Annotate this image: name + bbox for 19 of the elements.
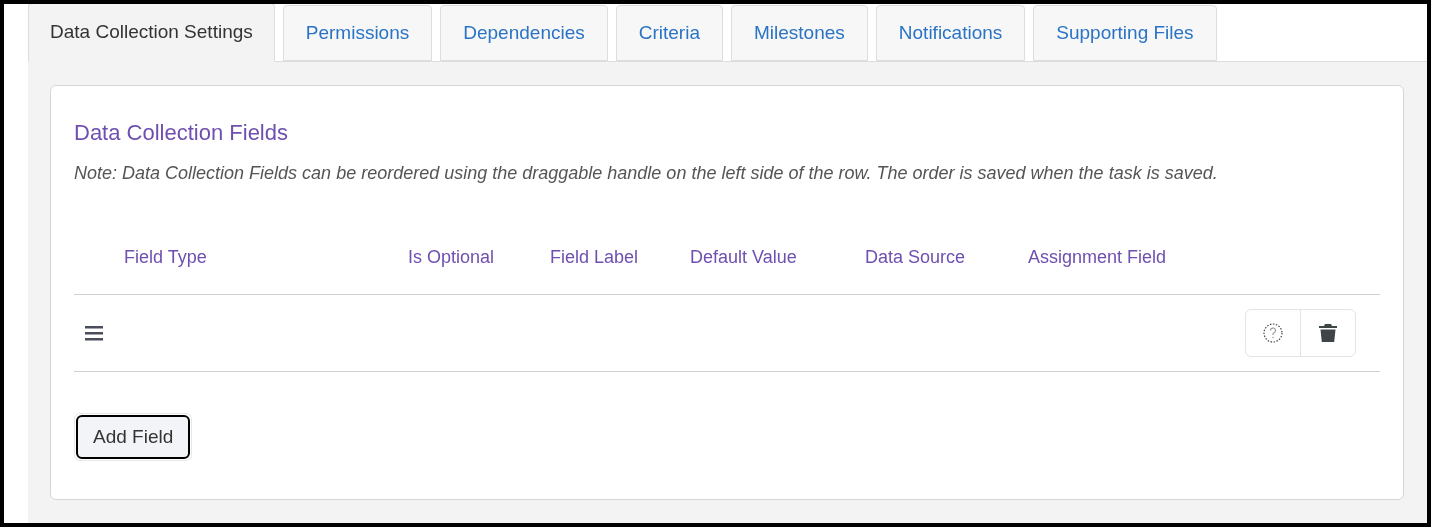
column-header: Field Label <box>550 246 639 267</box>
drag-handle-icon[interactable] <box>85 325 103 341</box>
tab[interactable]: Data Collection Settings <box>28 4 275 62</box>
column-header: Field Type <box>124 246 207 267</box>
tab[interactable]: Criteria <box>615 5 723 61</box>
help-icon <box>1263 323 1283 343</box>
section-title: Data Collection Fields <box>74 119 289 147</box>
tab[interactable]: Permissions <box>282 5 433 61</box>
tab[interactable]: Dependencies <box>440 5 608 61</box>
trash-icon <box>1319 323 1337 343</box>
column-header: Default Value <box>690 246 797 267</box>
tab[interactable]: Notifications <box>875 5 1026 61</box>
tab[interactable]: Milestones <box>731 5 868 61</box>
note-text: Note: Data Collection Fields can be reordered using the draggable handle on the left side of the row. The order is saved when the task is saved. <box>74 162 1219 185</box>
tab[interactable]: Supporting Files <box>1033 5 1217 61</box>
column-header: Assignment Field <box>1028 246 1167 267</box>
column-header: Data Source <box>865 246 966 267</box>
add-field-button[interactable]: Add Field <box>76 415 191 459</box>
column-header: Is Optional <box>408 246 495 267</box>
